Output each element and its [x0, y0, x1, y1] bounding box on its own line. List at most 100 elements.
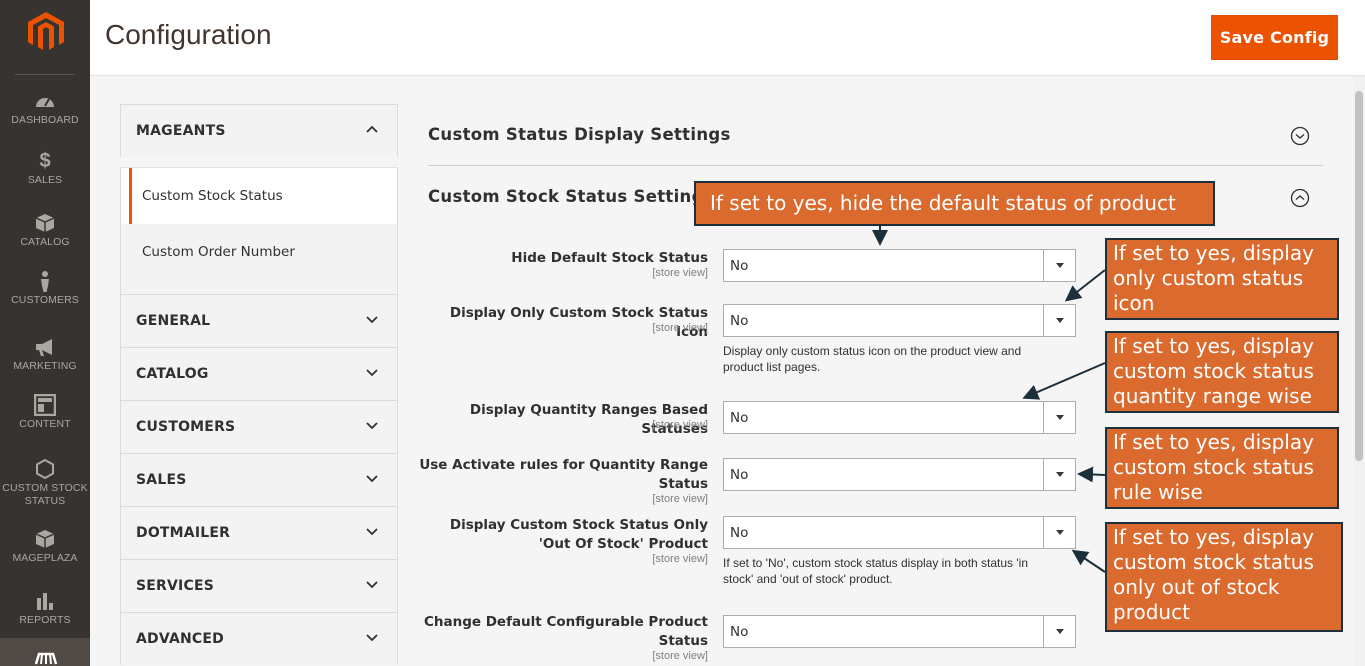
select-hide-default-stock-status[interactable]: No	[723, 249, 1076, 282]
tab-group-general[interactable]: GENERAL	[120, 294, 398, 347]
scope-label: [store view]	[652, 419, 708, 431]
nav-label: DASHBOARD	[11, 114, 79, 126]
select-value: No	[730, 313, 749, 329]
scope-label: [store view]	[652, 493, 708, 505]
callout-quantity-range: If set to yes, display custom stock stat…	[1105, 331, 1339, 413]
scope-label: [store view]	[652, 267, 708, 279]
hexagon-icon	[36, 458, 54, 480]
arrow-out-of-stock	[1071, 549, 1106, 573]
nav-label: REPORTS	[19, 614, 71, 626]
dropdown-arrow-icon[interactable]	[1043, 616, 1075, 647]
tab-group-advanced[interactable]: ADVANCED	[120, 612, 398, 665]
select-display-only-custom-icon[interactable]: No	[723, 304, 1076, 337]
arrow-rule-wise	[1077, 466, 1106, 483]
nav-item-customers[interactable]: CUSTOMERS	[0, 270, 90, 330]
dropdown-arrow-icon[interactable]	[1043, 517, 1075, 548]
field-note: If set to 'No', custom stock status disp…	[723, 556, 1029, 586]
chevron-down-icon	[366, 475, 378, 483]
collapse-circle-up-icon[interactable]	[1290, 188, 1310, 208]
nav-item-stores[interactable]	[0, 638, 90, 666]
tab-group-customers[interactable]: CUSTOMERS	[120, 400, 398, 453]
dropdown-arrow-icon[interactable]	[1043, 305, 1075, 336]
nav-item-mageplaza[interactable]: MAGEPLAZA	[0, 528, 90, 588]
field-label-configurable-status: Change Default Configurable Product Stat…	[423, 614, 708, 649]
select-value: No	[730, 258, 749, 274]
nav-divider	[15, 74, 75, 75]
nav-label: CUSTOM STOCK STATUS	[2, 482, 88, 507]
nav-item-marketing[interactable]: MARKETING	[0, 336, 90, 396]
section-divider	[428, 165, 1323, 166]
select-configurable-status[interactable]: No	[723, 615, 1076, 648]
tab-group-title: SALES	[136, 472, 187, 488]
tab-item-custom-order-number[interactable]: Custom Order Number	[120, 224, 398, 294]
tab-group-title: ADVANCED	[136, 631, 224, 647]
nav-item-custom-stock-status[interactable]: CUSTOM STOCK STATUS	[0, 458, 90, 518]
tab-item-label: Custom Stock Status	[142, 188, 283, 204]
callout-out-of-stock: If set to yes, display custom stock stat…	[1105, 522, 1343, 632]
dashboard-icon	[36, 98, 54, 107]
scope-label: [store view]	[652, 553, 708, 565]
tab-group-title: SERVICES	[136, 578, 214, 594]
layout-icon	[34, 394, 56, 416]
tab-group-catalog[interactable]: CATALOG	[120, 347, 398, 400]
select-activate-rules[interactable]: No	[723, 458, 1076, 491]
tab-group-sales[interactable]: SALES	[120, 453, 398, 506]
select-quantity-ranges[interactable]: No	[723, 401, 1076, 434]
select-value: No	[730, 624, 749, 640]
dropdown-arrow-icon[interactable]	[1043, 250, 1075, 281]
chevron-down-icon	[366, 634, 378, 642]
field-label-hide-default-stock-status: Hide Default Stock Status	[511, 250, 708, 266]
nav-label: MARKETING	[13, 360, 77, 372]
scope-label: [store view]	[652, 650, 708, 662]
nav-item-content[interactable]: CONTENT	[0, 394, 90, 454]
chevron-down-icon	[366, 581, 378, 589]
save-config-button[interactable]: Save Config	[1211, 15, 1338, 60]
chevron-up-icon	[366, 125, 378, 133]
field-label-activate-rules: Use Activate rules for Quantity Range St…	[419, 457, 708, 492]
callout-custom-icon: If set to yes, display only custom statu…	[1105, 238, 1339, 320]
tab-group-title: GENERAL	[136, 313, 211, 329]
scrollbar-thumb[interactable]	[1355, 91, 1363, 461]
tab-group-title: CATALOG	[136, 366, 209, 382]
select-value: No	[730, 410, 749, 426]
expand-circle-down-icon[interactable]	[1290, 126, 1310, 146]
tab-item-custom-stock-status[interactable]: Custom Stock Status	[120, 167, 398, 225]
chevron-down-icon	[366, 369, 378, 377]
nav-label: MAGEPLAZA	[12, 552, 78, 564]
megaphone-icon	[36, 339, 52, 356]
dropdown-arrow-icon[interactable]	[1043, 459, 1075, 490]
callout-rule-wise: If set to yes, display custom stock stat…	[1105, 427, 1339, 509]
bar-chart-icon	[37, 593, 53, 610]
section-title-stock-settings[interactable]: Custom Stock Status Settings	[428, 187, 714, 206]
tab-group-title: MAGEANTS	[136, 123, 226, 139]
box-icon	[35, 530, 55, 548]
nav-label: SALES	[27, 174, 63, 186]
nav-item-dashboard[interactable]: DASHBOARD	[0, 90, 90, 150]
magento-logo-icon[interactable]	[28, 12, 64, 52]
nav-item-catalog[interactable]: CATALOG	[0, 212, 90, 272]
page-header: Configuration Save Config	[90, 0, 1365, 76]
nav-item-sales[interactable]: $ SALES	[0, 150, 90, 210]
tab-group-title: CUSTOMERS	[136, 419, 236, 435]
store-icon	[34, 652, 58, 665]
select-value: No	[730, 467, 749, 483]
tab-group-mageants[interactable]: MAGEANTS	[120, 104, 398, 157]
admin-nav: DASHBOARD $ SALES CATALOG CUSTOMERS MARK…	[0, 0, 90, 666]
chevron-down-icon	[366, 422, 378, 430]
field-label-out-of-stock-only: Display Custom Stock Status Only 'Out Of…	[449, 517, 708, 552]
dropdown-arrow-icon[interactable]	[1043, 402, 1075, 433]
page-scrollbar[interactable]	[1353, 76, 1365, 666]
callout-hide-default: If set to yes, hide the default status o…	[694, 181, 1215, 226]
page-title: Configuration	[105, 19, 272, 50]
nav-label: CATALOG	[20, 236, 70, 248]
nav-label: CUSTOMERS	[11, 294, 79, 306]
tab-group-dotmailer[interactable]: DOTMAILER	[120, 506, 398, 559]
section-title-display-settings[interactable]: Custom Status Display Settings	[428, 125, 731, 144]
field-note: Display only custom status icon on the p…	[723, 344, 1022, 374]
select-out-of-stock-only[interactable]: No	[723, 516, 1076, 549]
dollar-icon: $	[39, 150, 51, 172]
tab-group-services[interactable]: SERVICES	[120, 559, 398, 612]
box-icon	[35, 214, 55, 232]
nav-label: CONTENT	[19, 418, 71, 430]
tab-item-label: Custom Order Number	[142, 244, 295, 260]
